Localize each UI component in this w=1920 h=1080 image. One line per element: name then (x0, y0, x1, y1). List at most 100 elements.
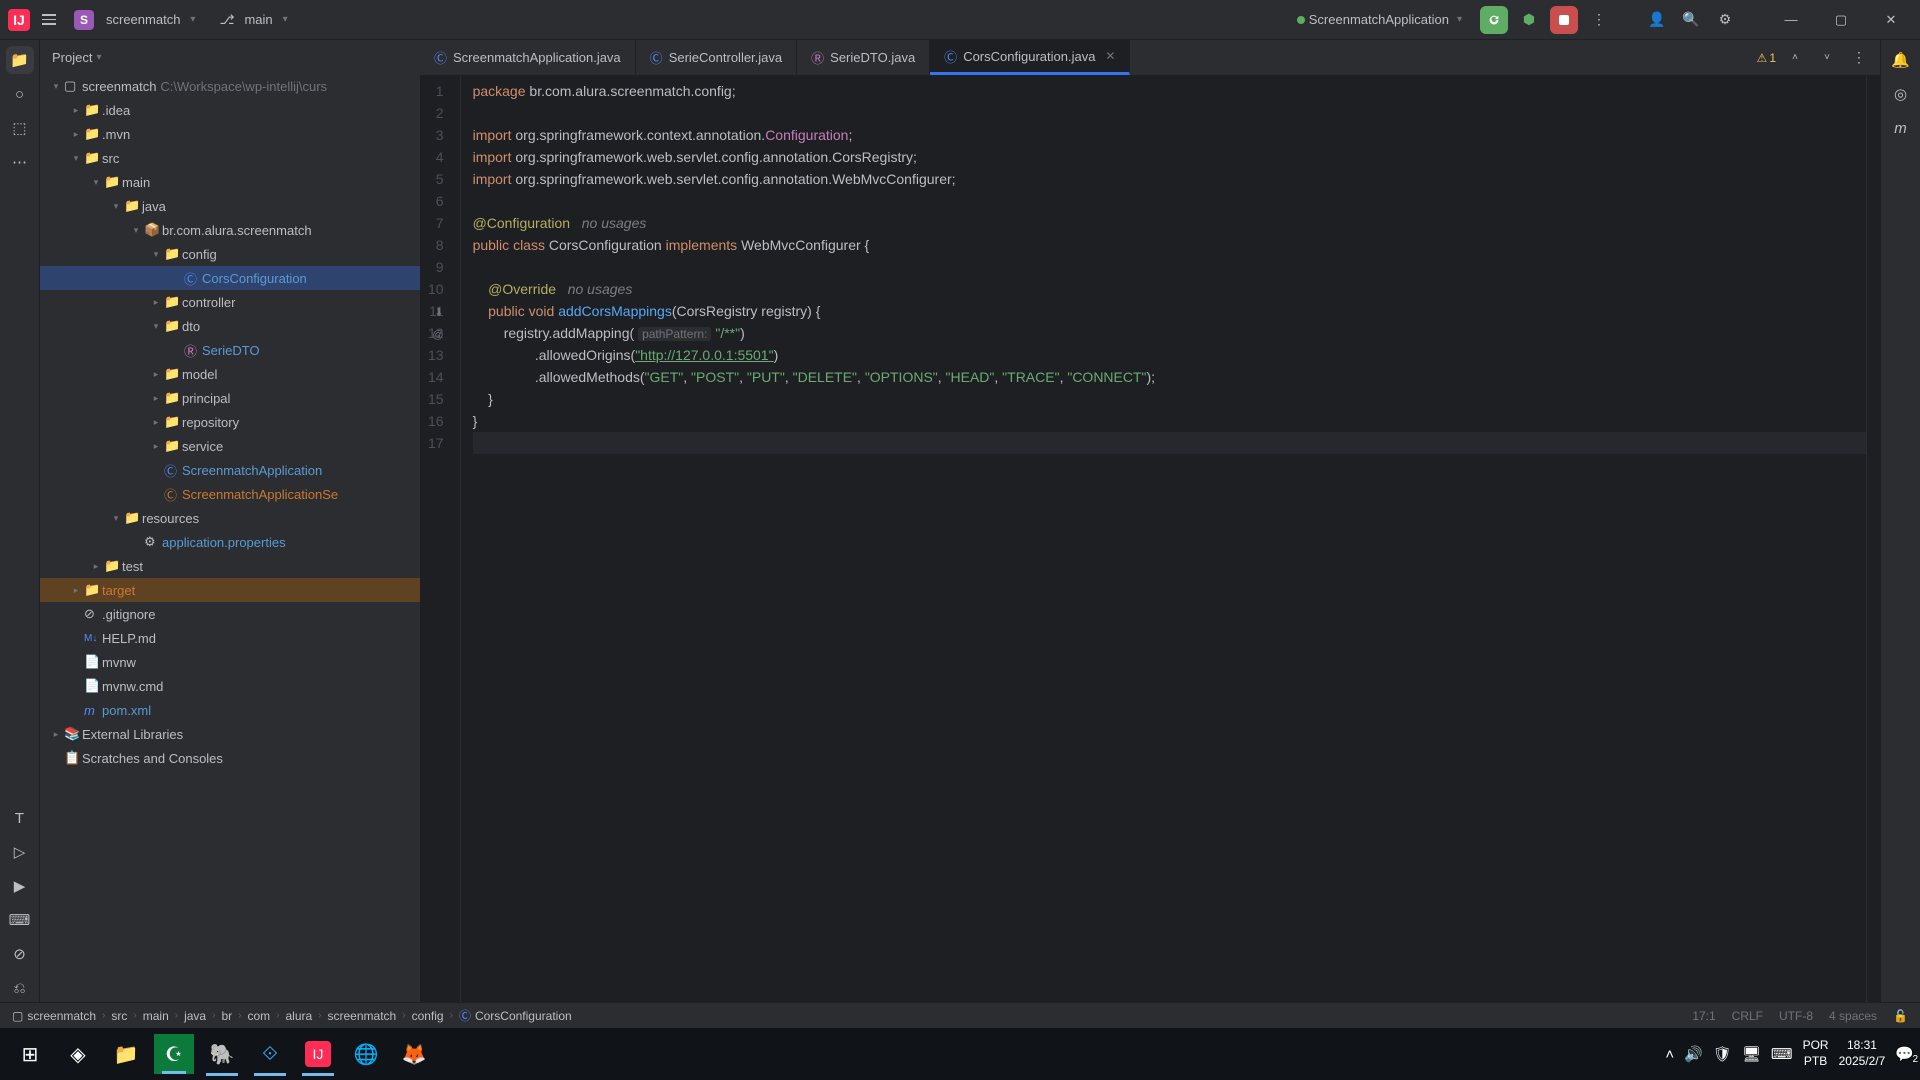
firefox-icon[interactable]: 🦊 (390, 1032, 438, 1076)
tree-item[interactable]: ▾📁main (40, 170, 420, 194)
chrome-icon[interactable]: 🌐 (342, 1032, 390, 1076)
tree-item[interactable]: ⒸScreenmatchApplicationSe (40, 482, 420, 506)
copilot-icon[interactable]: ◈ (54, 1032, 102, 1076)
tab[interactable]: ⓇSerieDTO.java (797, 40, 930, 75)
keyboard-icon[interactable]: ⌨ (1771, 1045, 1793, 1063)
rerun-button[interactable] (1480, 6, 1508, 34)
tree-item[interactable]: ▸📁service (40, 434, 420, 458)
problems-tool-icon[interactable]: ⊘ (6, 940, 34, 968)
maximize-button[interactable]: ▢ (1820, 4, 1862, 36)
minimize-button[interactable]: — (1770, 4, 1812, 36)
tree-item[interactable]: ⓇSerieDTO (40, 338, 420, 362)
tree-item[interactable]: ▸📚External Libraries (40, 722, 420, 746)
indent[interactable]: 4 spaces (1829, 1009, 1877, 1023)
tree-item-selected[interactable]: ⒸCorsConfiguration (40, 266, 420, 290)
tab[interactable]: ⒸScreenmatchApplication.java (420, 40, 636, 75)
tree-item[interactable]: ⚙application.properties (40, 530, 420, 554)
volume-icon[interactable]: 🔊 (1684, 1045, 1703, 1063)
ai-icon[interactable]: ◎ (1887, 80, 1915, 108)
settings-icon[interactable]: ⚙ (1712, 7, 1738, 33)
tab[interactable]: ⒸSerieController.java (636, 40, 797, 75)
tree-item[interactable]: ▸📁test (40, 554, 420, 578)
monitor-icon[interactable]: 🖥 (1742, 1045, 1761, 1063)
vscode-icon[interactable]: ⟐ (246, 1032, 294, 1076)
run-configuration[interactable]: ScreenmatchApplication ▾ (1291, 10, 1472, 29)
code-content[interactable]: package br.com.alura.screenmatch.config;… (461, 76, 1880, 1002)
language-indicator[interactable]: PORPTB (1803, 1038, 1829, 1069)
stop-button[interactable] (1550, 6, 1578, 34)
branch-name[interactable]: main (244, 12, 272, 27)
commit-tool-icon[interactable]: ○ (6, 80, 34, 108)
postgres-icon[interactable]: 🐘 (198, 1032, 246, 1076)
close-button[interactable]: ✕ (1870, 4, 1912, 36)
crumb[interactable]: src (111, 1009, 127, 1023)
project-badge[interactable]: S (74, 10, 94, 30)
more-tools-icon[interactable]: ⋯ (6, 148, 34, 176)
ide-logo[interactable]: IJ (8, 9, 30, 31)
main-menu-icon[interactable] (36, 7, 62, 33)
warnings-badge[interactable]: ⚠1 (1757, 51, 1776, 65)
panel-header[interactable]: Project ▾ (40, 40, 420, 74)
encoding[interactable]: UTF-8 (1779, 1009, 1813, 1023)
crumb[interactable]: screenmatch (328, 1009, 397, 1023)
tree-item[interactable]: 📋Scratches and Consoles (40, 746, 420, 770)
tree-item[interactable]: ▸📁repository (40, 410, 420, 434)
branch-icon[interactable]: ⎇ (219, 12, 234, 28)
tree-item[interactable]: 📄mvnw (40, 650, 420, 674)
project-tool-icon[interactable]: 📁 (6, 46, 34, 74)
tree-item[interactable]: ▸📁controller (40, 290, 420, 314)
chevron-down-icon[interactable]: ▾ (96, 52, 101, 63)
tree-root[interactable]: ▾▢screenmatchC:\Workspace\wp-intellij\cu… (40, 74, 420, 98)
vcs-tool-icon[interactable]: ⎌ (6, 974, 34, 1002)
crumb[interactable]: java (184, 1009, 206, 1023)
tree-item[interactable]: 📄mvnw.cmd (40, 674, 420, 698)
services-tool-icon[interactable]: ▷ (6, 838, 34, 866)
code-with-me-icon[interactable]: 👤 (1644, 7, 1670, 33)
notifications-icon[interactable]: 🔔 (1887, 46, 1915, 74)
tree-item[interactable]: ▸📁.mvn (40, 122, 420, 146)
maven-icon[interactable]: m (1887, 114, 1915, 142)
project-tree[interactable]: ▾▢screenmatchC:\Workspace\wp-intellij\cu… (40, 74, 420, 1002)
chevron-down-icon[interactable]: ˅ (1814, 45, 1840, 71)
tree-item[interactable]: ▾📁java (40, 194, 420, 218)
explorer-icon[interactable]: 📁 (102, 1032, 150, 1076)
chevron-down-icon[interactable]: ▾ (283, 14, 288, 25)
crumb[interactable]: main (143, 1009, 169, 1023)
more-icon[interactable]: ⋮ (1846, 45, 1872, 71)
tree-item[interactable]: ▸📁.idea (40, 98, 420, 122)
structure-tool-icon[interactable]: ⬚ (6, 114, 34, 142)
start-button[interactable]: ⊞ (6, 1032, 54, 1076)
code-editor[interactable]: 12345678910 ⬇ @11 121314151617 package b… (420, 76, 1880, 1002)
tree-item-target[interactable]: ▸📁target (40, 578, 420, 602)
tool-icon[interactable]: T (6, 804, 34, 832)
notifications-icon[interactable]: 💬2 (1895, 1045, 1914, 1063)
line-separator[interactable]: CRLF (1732, 1009, 1763, 1023)
tray-chevron-icon[interactable]: ˄ (1665, 1046, 1674, 1063)
search-icon[interactable]: 🔍 (1678, 7, 1704, 33)
crumb[interactable]: ▢ screenmatch (12, 1009, 96, 1023)
tree-item[interactable]: ▾📁config (40, 242, 420, 266)
app-icon[interactable]: ☪ (154, 1034, 194, 1074)
tree-item[interactable]: ▸📁model (40, 362, 420, 386)
tree-item[interactable]: ▾📁src (40, 146, 420, 170)
tree-item[interactable]: ⒸScreenmatchApplication (40, 458, 420, 482)
clock[interactable]: 18:312025/2/7 (1839, 1038, 1886, 1069)
tree-item[interactable]: M↓HELP.md (40, 626, 420, 650)
terminal-tool-icon[interactable]: ⌨ (6, 906, 34, 934)
run-tool-icon[interactable]: ▶ (6, 872, 34, 900)
readonly-icon[interactable]: 🔓 (1893, 1009, 1908, 1023)
crumb[interactable]: config (412, 1009, 444, 1023)
more-icon[interactable]: ⋮ (1586, 7, 1612, 33)
tree-item[interactable]: ⊘.gitignore (40, 602, 420, 626)
tree-item[interactable]: ▾📁resources (40, 506, 420, 530)
debug-button[interactable]: ⬢ (1516, 7, 1542, 33)
chevron-up-icon[interactable]: ˄ (1782, 45, 1808, 71)
crumb[interactable]: com (247, 1009, 270, 1023)
security-icon[interactable]: 🛡 (1713, 1045, 1732, 1063)
tree-item[interactable]: mpom.xml (40, 698, 420, 722)
crumb[interactable]: br (221, 1009, 232, 1023)
intellij-icon[interactable]: IJ (294, 1032, 342, 1076)
project-name[interactable]: screenmatch (106, 12, 180, 27)
tab-active[interactable]: ⒸCorsConfiguration.java✕ (930, 40, 1130, 75)
crumb[interactable]: Ⓒ CorsConfiguration (459, 1007, 572, 1024)
